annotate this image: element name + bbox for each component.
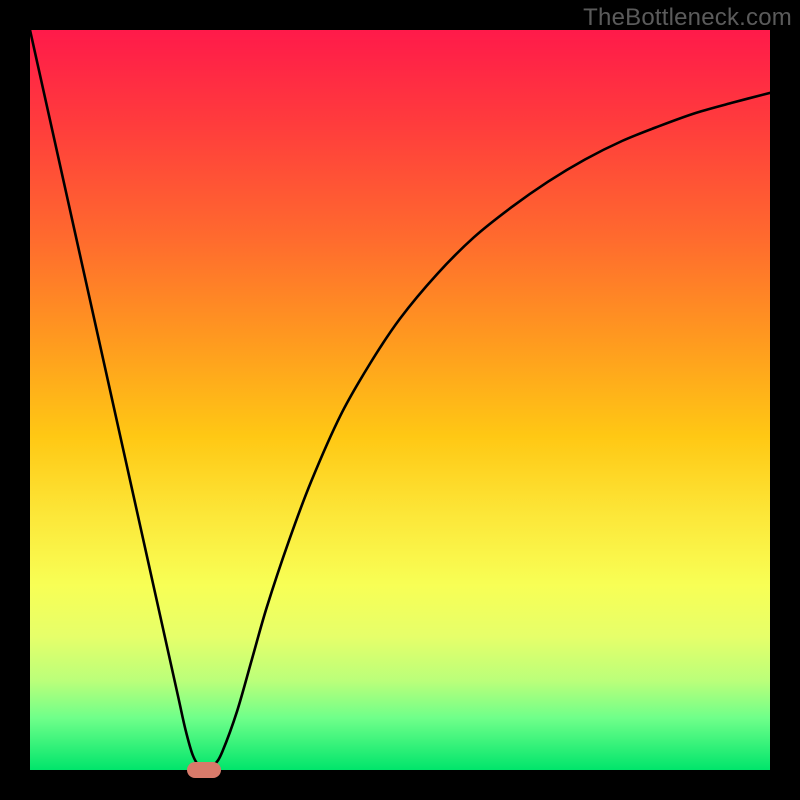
bottleneck-curve xyxy=(30,30,770,770)
optimal-marker xyxy=(187,762,221,778)
watermark-text: TheBottleneck.com xyxy=(583,4,792,32)
chart-frame: TheBottleneck.com xyxy=(0,0,800,800)
chart-plot-area xyxy=(30,30,770,770)
